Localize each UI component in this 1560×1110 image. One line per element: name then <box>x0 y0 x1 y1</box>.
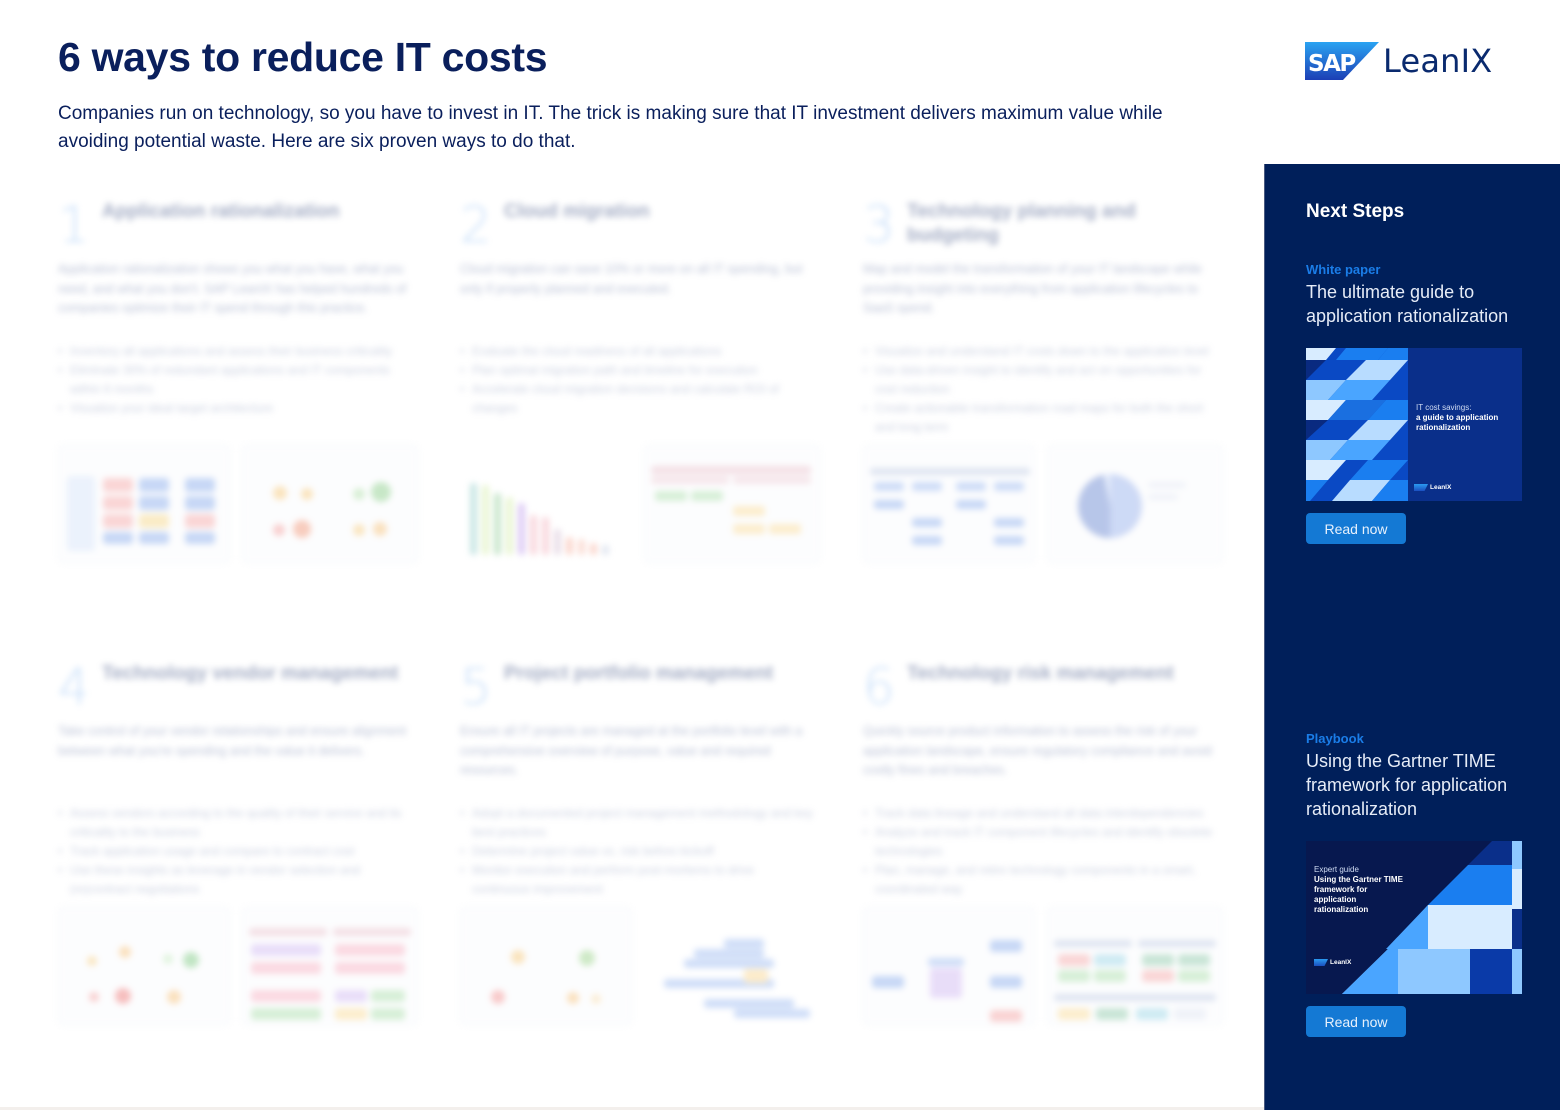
cover-title: a guide to application rationalization <box>1416 413 1499 432</box>
cover-text: IT cost savings: a guide to application … <box>1416 403 1516 433</box>
thumbnail-bubbles <box>460 907 632 1025</box>
resource-title[interactable]: The ultimate guide to application ration… <box>1306 280 1546 328</box>
way-number: 6 <box>863 658 895 716</box>
way-description: Map and model the transformation of your… <box>863 262 1202 315</box>
cover-text: Expert guide Using the Gartner TIME fram… <box>1314 865 1404 915</box>
way-thumbnails <box>460 907 820 1027</box>
way-thumbnails <box>863 445 1223 565</box>
thumbnail-table <box>242 907 418 1025</box>
way-bullets: Assess vendors according to the quality … <box>58 804 413 899</box>
sap-logo-icon <box>1414 484 1428 491</box>
cover-logo: LeanIX <box>1314 959 1351 966</box>
way-title: Technology vendor management <box>102 663 399 684</box>
ways-grid: 1 Application rationalization Applicatio… <box>58 190 1223 1070</box>
cover-subtitle: IT cost savings: <box>1416 403 1472 412</box>
thumbnail-bubbles <box>58 907 230 1025</box>
thumbnail-bubbles <box>242 445 418 563</box>
cover-logo: LeanIX <box>1414 484 1451 491</box>
bullet: Plan, manage, and retire technology comp… <box>863 861 1218 899</box>
way-number: 1 <box>58 196 90 254</box>
logo-text: LeanIX <box>1383 42 1493 80</box>
intro-paragraph: Companies run on technology, so you have… <box>58 103 1163 152</box>
page-title: 6 ways to reduce IT costs <box>58 34 548 80</box>
bullet: Plan optimal migration path and timeline… <box>460 361 815 380</box>
bullet: Visualize your ideal target architecture <box>58 399 413 418</box>
way-bullets: Track data lineage and understand all da… <box>863 804 1218 899</box>
way-bullets: Adopt a documented project management me… <box>460 804 815 899</box>
resource-cover-image[interactable]: IT cost savings: a guide to application … <box>1306 348 1522 501</box>
geometric-pattern-icon <box>1306 841 1522 994</box>
way-bullets: Evaluate the cloud readiness of all appl… <box>460 342 815 418</box>
bullet: Analyze and track IT component lifecycle… <box>863 823 1218 861</box>
bullet: Track data lineage and understand all da… <box>863 804 1218 823</box>
read-now-button[interactable]: Read now <box>1306 513 1406 544</box>
way-thumbnails <box>460 445 820 565</box>
bullet: Inventory all applications and assess th… <box>58 342 413 361</box>
cover-title: Using the Gartner TIME framework for app… <box>1314 875 1403 914</box>
way-bullets: Visualize and understand IT costs down t… <box>863 342 1218 437</box>
sidebar-title: Next Steps <box>1306 201 1405 222</box>
bullet: Eliminate 30% of redundant applications … <box>58 361 413 399</box>
next-steps-sidebar: Next Steps White paper The ultimate guid… <box>1264 164 1560 1110</box>
thumbnail-flow <box>863 907 1035 1025</box>
way-title: Project portfolio management <box>504 663 774 684</box>
svg-text:SAP: SAP <box>1308 51 1355 77</box>
resource-cover-image[interactable]: Expert guide Using the Gartner TIME fram… <box>1306 841 1522 994</box>
sap-logo-icon <box>1314 959 1328 966</box>
thumbnail-bar-chart <box>460 445 632 563</box>
sap-logo-icon: SAP <box>1305 42 1379 80</box>
way-number: 3 <box>863 196 895 254</box>
way-description: Application rationalization shows you wh… <box>58 262 407 315</box>
thumbnail-gantt <box>644 907 820 1025</box>
bullet: Use these insights as leverage in vendor… <box>58 861 413 899</box>
way-thumbnails <box>58 907 418 1027</box>
way-title: Technology planning and budgeting <box>907 201 1136 246</box>
way-thumbnails <box>863 907 1223 1027</box>
bullet: Evaluate the cloud readiness of all appl… <box>460 342 815 361</box>
bullet: Determine project value vs. risk before … <box>460 842 815 861</box>
thumbnail-matrix <box>58 445 230 563</box>
way-description: Cloud migration can save 10% or more on … <box>460 262 803 296</box>
sap-leanix-logo: SAP LeanIX <box>1305 42 1492 80</box>
cover-subtitle: Expert guide <box>1314 865 1359 874</box>
bullet: Assess vendors according to the quality … <box>58 804 413 842</box>
bullet: Accelerate cloud migration decisions and… <box>460 380 815 418</box>
bullet: Track application usage and compare to c… <box>58 842 413 861</box>
cover-logo-text: LeanIX <box>1430 484 1452 491</box>
way-description: Quickly source product information to as… <box>863 724 1212 777</box>
thumbnail-pie <box>1047 445 1223 563</box>
way-description: Ensure all IT projects are managed at th… <box>460 724 803 777</box>
way-title: Application rationalization <box>102 201 340 222</box>
way-thumbnails <box>58 445 418 565</box>
way-number: 5 <box>460 658 492 716</box>
read-now-button[interactable]: Read now <box>1306 1006 1406 1037</box>
thumbnail-table <box>1047 907 1223 1025</box>
way-title: Cloud migration <box>504 201 650 222</box>
way-title: Technology risk management <box>907 663 1174 684</box>
resource-type: Playbook <box>1306 731 1364 746</box>
bullet: Visualize and understand IT costs down t… <box>863 342 1218 361</box>
cover-logo-text: LeanIX <box>1330 959 1352 966</box>
bullet: Adopt a documented project management me… <box>460 804 815 842</box>
way-bullets: Inventory all applications and assess th… <box>58 342 413 418</box>
way-number: 2 <box>460 196 492 254</box>
bullet: Create actionable transformation road ma… <box>863 399 1218 437</box>
thumbnail-roadmap <box>863 445 1035 563</box>
bullet: Monitor execution and perform post-morte… <box>460 861 815 899</box>
way-description: Take control of your vendor relationship… <box>58 724 407 758</box>
bullet: Use data-driven insight to identify and … <box>863 361 1218 399</box>
thumbnail-table <box>644 445 820 563</box>
resource-type: White paper <box>1306 262 1381 277</box>
resource-title[interactable]: Using the Gartner TIME framework for app… <box>1306 749 1546 821</box>
way-number: 4 <box>58 658 90 716</box>
